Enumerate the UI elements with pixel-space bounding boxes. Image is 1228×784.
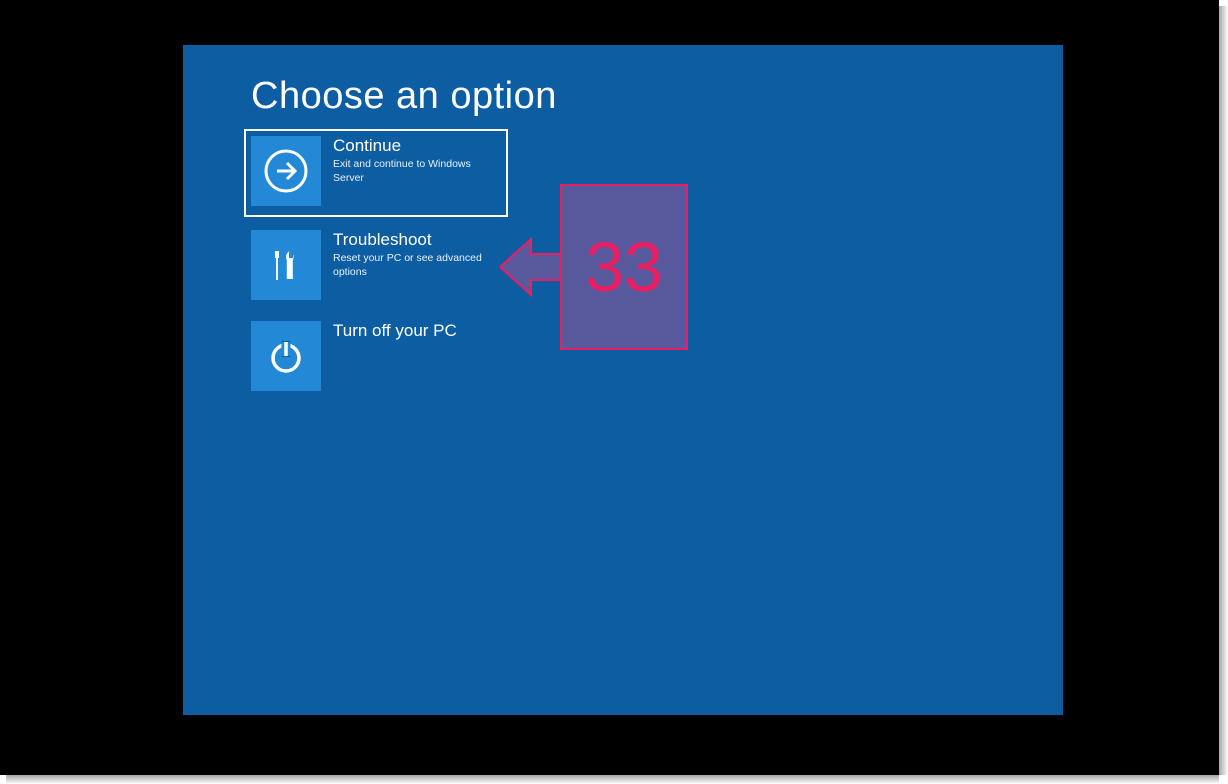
continue-option[interactable]: Continue Exit and continue to Windows Se… [244, 129, 508, 217]
power-icon [251, 321, 321, 391]
outer-black-frame: Choose an option Continue Exit and conti… [0, 0, 1219, 775]
page-title: Choose an option [251, 75, 557, 118]
troubleshoot-title: Troubleshoot [333, 230, 501, 250]
callout-arrow-icon [500, 236, 562, 298]
shadow-right [1219, 6, 1228, 775]
tools-icon [251, 230, 321, 300]
continue-desc: Exit and continue to Windows Server [333, 158, 501, 185]
turnoff-title: Turn off your PC [333, 321, 457, 341]
troubleshoot-text: Troubleshoot Reset your PC or see advanc… [333, 230, 501, 280]
continue-title: Continue [333, 136, 501, 156]
callout-annotation: 33 [500, 184, 690, 352]
recovery-panel: Choose an option Continue Exit and conti… [183, 45, 1063, 715]
callout-box: 33 [560, 184, 688, 350]
continue-text: Continue Exit and continue to Windows Se… [333, 136, 501, 186]
turnoff-option[interactable]: Turn off your PC [244, 314, 508, 402]
arrow-right-icon [251, 136, 321, 206]
turnoff-text: Turn off your PC [333, 321, 457, 341]
shadow-bottom [6, 775, 1219, 784]
troubleshoot-desc: Reset your PC or see advanced options [333, 252, 501, 279]
callout-number: 33 [585, 227, 663, 307]
troubleshoot-option[interactable]: Troubleshoot Reset your PC or see advanc… [244, 223, 508, 311]
